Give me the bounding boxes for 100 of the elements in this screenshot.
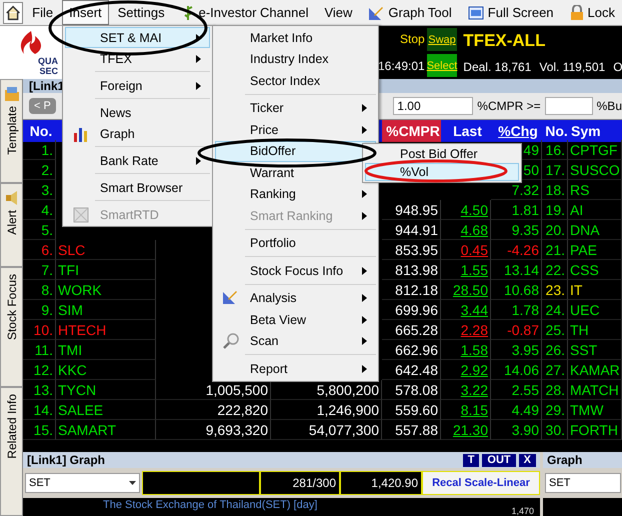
table-cell: 14. — [23, 400, 56, 420]
table-cell: 4.68 — [441, 220, 491, 240]
readout: 281/300 — [260, 471, 340, 495]
menu-item[interactable]: View — [317, 0, 360, 25]
menu-item[interactable]: Smart Browser — [65, 177, 210, 198]
table-cell: 222,820 — [156, 400, 271, 420]
menu-item[interactable]: Lock — [562, 0, 622, 25]
symbol-select[interactable]: SET — [25, 473, 140, 493]
panel-title: [Link1 — [29, 79, 64, 93]
table-cell: 948.95 — [382, 200, 441, 220]
table-cell: SALEE — [56, 400, 156, 420]
menu-item[interactable]: Ticker — [215, 98, 376, 119]
table-cell: IT — [568, 280, 622, 300]
menu-item[interactable]: Industry Index — [215, 48, 376, 70]
table-cell: 6. — [23, 240, 56, 260]
menu-item[interactable]: e-Investor Channel — [174, 0, 316, 25]
menu-item[interactable]: News — [65, 102, 210, 123]
table-cell: 13. — [23, 380, 56, 400]
table-cell: 30. — [542, 420, 568, 440]
table-cell: TMI — [56, 340, 156, 360]
menu-item[interactable]: Report — [215, 358, 376, 380]
table-cell: 578.08 — [382, 380, 441, 400]
table-cell: 1.55 — [441, 260, 491, 280]
table-cell: 813.98 — [382, 260, 441, 280]
table-cell: 1.58 — [441, 340, 491, 360]
table-cell: 9. — [23, 300, 56, 320]
side-tab[interactable]: Template — [0, 79, 22, 183]
menu-item[interactable]: Full Screen — [460, 0, 561, 25]
side-tab[interactable]: Alert — [0, 183, 22, 267]
menu-item[interactable]: Portfolio — [215, 232, 376, 254]
value-field[interactable]: 1.00 — [393, 97, 474, 115]
table-cell: 2. — [23, 160, 56, 180]
table-cell: 4. — [23, 200, 56, 220]
table-cell: 21. — [542, 240, 568, 260]
graph-title: Graph — [547, 453, 584, 467]
table-cell: AI — [568, 200, 622, 220]
menu-item[interactable]: File — [25, 0, 60, 25]
table-cell: 2.92 — [441, 360, 491, 380]
table-cell: UEC — [568, 300, 622, 320]
panel-button[interactable]: OUT — [482, 454, 516, 466]
table-cell: 3.90 — [491, 420, 542, 440]
table-cell: 662.96 — [382, 340, 441, 360]
table-cell: PAE — [568, 240, 622, 260]
table-cell: 15. — [23, 420, 56, 440]
table-cell: 2.28 — [441, 320, 491, 340]
table-cell: 8.15 — [441, 400, 491, 420]
table-cell: FORTH — [568, 420, 622, 440]
chart-caption: The Stock Exchange of Thailand(SET) [day] — [103, 499, 318, 511]
table-cell: WORK — [56, 280, 156, 300]
menu-item[interactable]: Beta View — [215, 309, 376, 330]
menu-item[interactable]: Graph — [65, 123, 210, 144]
table-cell: 3.95 — [491, 340, 542, 360]
table-cell: 1.78 — [491, 300, 542, 320]
table-cell: CSS — [568, 260, 622, 280]
menu-item[interactable]: Ranking — [215, 184, 376, 205]
table-cell: 2.55 — [491, 380, 542, 400]
table-cell: 13.14 — [491, 260, 542, 280]
column-header[interactable]: %CMPR — [382, 120, 441, 142]
menu-item[interactable]: Price — [215, 119, 376, 140]
table-cell: 26. — [542, 340, 568, 360]
side-tab[interactable]: Related Info — [0, 387, 22, 516]
table-cell: RS — [568, 180, 622, 200]
ticker-button[interactable]: Swap — [426, 28, 458, 51]
table-cell: 16. — [542, 140, 568, 160]
menu-item[interactable]: Foreign — [65, 75, 210, 96]
table-cell: KAMAR — [568, 360, 622, 380]
side-tab[interactable]: Stock Focus — [0, 267, 22, 387]
table-cell: MATCH — [568, 380, 622, 400]
table-cell: 665.28 — [382, 320, 441, 340]
menu-item[interactable]: Settings — [110, 0, 172, 25]
recal-button[interactable]: Recal Scale-Linear — [422, 471, 540, 495]
menu-item[interactable]: Stock Focus Info — [215, 260, 376, 282]
table-cell: 3.44 — [441, 300, 491, 320]
table-cell: 10.68 — [491, 280, 542, 300]
table-cell: SLC — [56, 240, 156, 260]
table-cell: 9.35 — [491, 220, 542, 240]
table-cell: 54,077,300 — [271, 420, 382, 440]
menu-item[interactable]: Analysis — [215, 288, 376, 309]
table-cell: 8. — [23, 280, 56, 300]
deal-count: Deal. 18,761 — [463, 60, 532, 74]
menu-item[interactable]: Scan — [215, 330, 376, 352]
table-cell: 23. — [542, 280, 568, 300]
table-cell: 1. — [23, 140, 56, 160]
table-cell: 4.49 — [491, 400, 542, 420]
symbol-select[interactable]: SET — [545, 473, 621, 493]
panel-button[interactable]: X — [518, 454, 536, 466]
menu-item[interactable]: Graph Tool — [361, 0, 459, 25]
table-cell: 24. — [542, 300, 568, 320]
menu-item[interactable]: Market Info — [215, 27, 376, 48]
table-cell: 17. — [542, 160, 568, 180]
menu-item[interactable]: SET & MAI — [65, 27, 210, 48]
table-cell: 4.50 — [441, 200, 491, 220]
table-cell: 3.22 — [441, 380, 491, 400]
graph-title: [Link1] Graph — [27, 453, 106, 467]
table-cell: 11. — [23, 340, 56, 360]
panel-button[interactable]: T — [462, 454, 480, 466]
menu-item[interactable]: Sector Index — [215, 70, 376, 92]
logo-text: QUA — [38, 56, 59, 66]
menu-item[interactable]: Bank Rate — [65, 150, 210, 171]
table-cell: 1,246,900 — [271, 400, 382, 420]
